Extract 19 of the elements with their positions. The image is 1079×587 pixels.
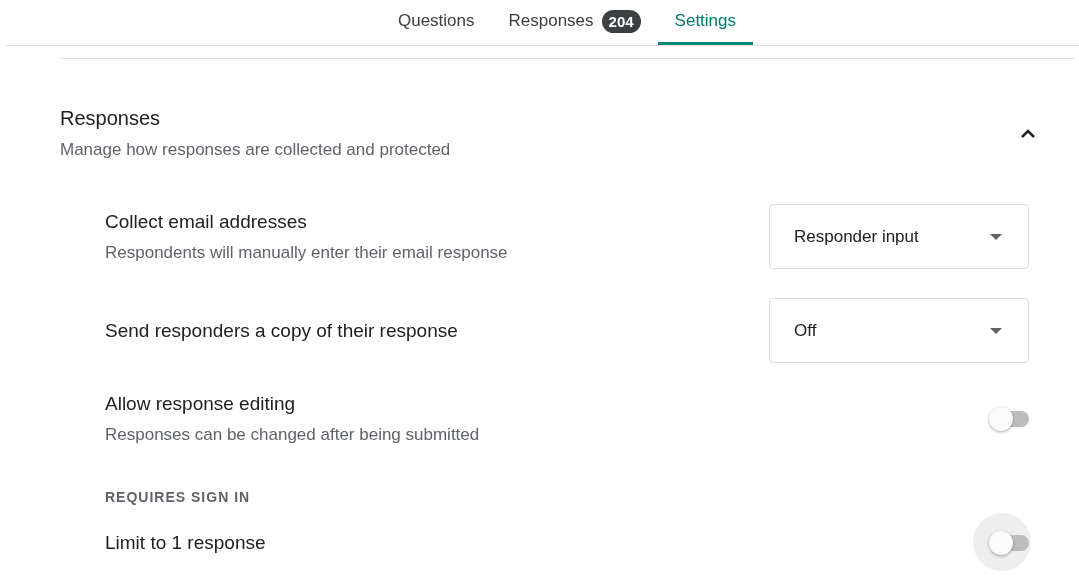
dropdown[interactable]: Off — [769, 298, 1029, 363]
caret-icon — [990, 233, 1002, 240]
setting-title: Limit to 1 response — [105, 532, 266, 554]
toggle-switch[interactable] — [989, 531, 1029, 555]
setting-description: Respondents will manually enter their email response — [105, 242, 508, 263]
setting-description: Responses can be changed after being submitted — [105, 425, 480, 445]
caret-icon — [990, 327, 1002, 334]
tab[interactable]: Questions — [380, 0, 492, 45]
setting-title: Collect email addresses — [105, 210, 308, 233]
setting-title: Allow response editing — [105, 393, 297, 415]
dropdown[interactable]: Responder input — [769, 204, 1029, 269]
toggle-switch[interactable] — [989, 407, 1029, 431]
tab[interactable]: Settings — [657, 0, 754, 45]
count-badge: 204 — [601, 9, 641, 33]
section-subtitle: Manage how responses are collected and protected — [60, 140, 451, 160]
group-heading: REQUIRES SIGN IN — [105, 489, 251, 505]
setting-title: Send responders a copy of their response — [105, 319, 458, 342]
section-title: Responses — [60, 107, 162, 130]
tab[interactable]: Responses 204 — [491, 0, 658, 45]
